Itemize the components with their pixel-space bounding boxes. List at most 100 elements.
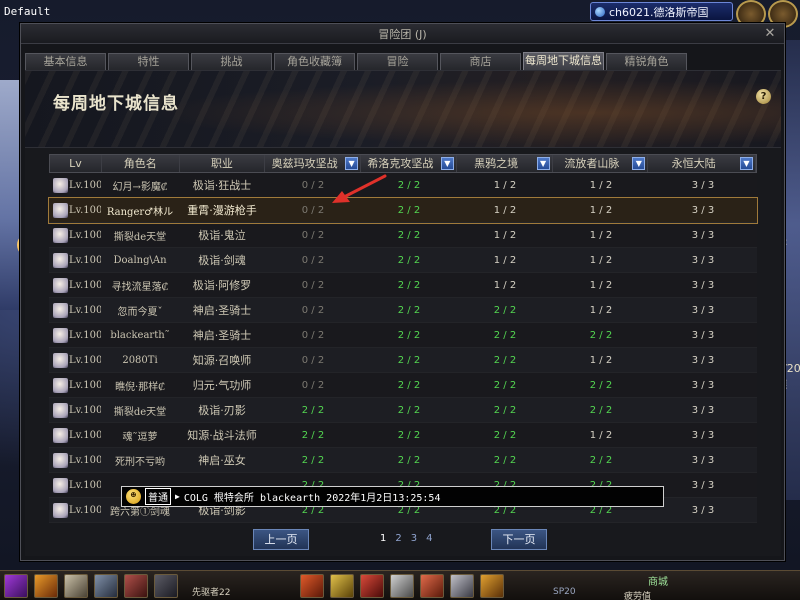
table-row[interactable]: Lv.100 寻找流星落₡ 极诣·阿修罗 0 / 2 2 / 2 1 / 2 1 / 2 3 … [49,273,757,298]
character-name: 撕裂de天堂 [113,231,167,243]
dungeon-clear-count: 0 / 2 [301,279,325,291]
dungeon-clear-count: 2 / 2 [301,429,325,441]
character-name: blackearth˜ [110,329,170,341]
character-avatar-icon [53,327,68,343]
skill-slot[interactable] [390,574,414,598]
chevron-down-icon[interactable]: ▼ [536,157,550,170]
dungeon-clear-count: 1 / 2 [589,354,613,366]
dungeon-clear-count: 2 / 2 [397,279,421,291]
character-level: Lv.100 [49,402,101,418]
table-body: Lv.100 幻月→影魔₡ 极诣·狂战士 0 / 2 2 / 2 1 / 2 1 / 2 3 … [48,173,758,523]
skill-slot[interactable] [300,574,324,598]
table-row[interactable]: Lv.100 撕裂de天堂 极诣·刃影 2 / 2 2 / 2 2 / 2 2 / 2 3 /… [49,398,757,423]
character-avatar-icon [53,227,68,243]
dungeon-clear-count: 2 / 2 [493,454,517,466]
character-avatar-icon [53,477,68,493]
sp-label: SP20 [553,587,576,597]
tab-elite-characters[interactable]: 精锐角色 [606,53,687,71]
character-level: Lv.100 [49,477,101,493]
chevron-down-icon[interactable]: ▼ [632,157,646,170]
dungeon-clear-count: 2 / 2 [397,329,421,341]
character-avatar-icon [53,177,68,193]
header-sirocco-label: 希洛克攻坚战 [367,157,434,170]
character-level: Lv.100 [49,327,101,343]
table-row[interactable]: Lv.100 幻月→影魔₡ 极诣·狂战士 0 / 22 / 21 / 21 / 23 … [49,173,757,198]
next-page-button[interactable]: 下一页 [491,529,547,550]
character-avatar-icon [53,427,68,443]
skill-slot[interactable] [154,574,178,598]
skill-slot[interactable] [480,574,504,598]
dungeon-clear-count: 1 / 2 [589,304,613,316]
tab-weekly-dungeon-info[interactable]: 每周地下城信息 [523,52,604,71]
page-3[interactable]: 3 [411,533,417,544]
table-row[interactable]: Lv.100 魂˜逗萝 知源·战斗法师 2 / 2 2 / 2 2 / 2 1 / 2 3 /… [49,423,757,448]
level-text: Lv.100 [69,229,101,241]
character-level: Lv.100 [49,177,101,193]
chat-popup[interactable]: ☻ 普通 ▶ COLG 根特会所 blackearth 2022年1月2日13:… [121,486,664,507]
dungeon-clear-count: 1 / 2 [589,229,613,241]
table-row[interactable]: Lv.100 Ranger♂林ル 重霄·漫游枪手 0 / 2 2 / 2 1 / 2 1 /… [48,197,758,224]
play-triangle-icon: ▶ [175,492,180,501]
adventure-team-window: 冒险团 (J) ✕ 基本信息 特性 挑战 角色收藏簿 冒险 商店 每周地下城信息… [20,23,785,561]
shop-label[interactable]: 商城 [648,573,668,588]
prev-page-button[interactable]: 上一页 [253,529,309,550]
close-icon[interactable]: ✕ [762,26,778,41]
skill-slot[interactable] [4,574,28,598]
tab-basic-info[interactable]: 基本信息 [25,53,106,71]
character-avatar-icon [53,402,68,418]
page-1[interactable]: 1 [380,533,386,544]
help-icon[interactable]: ? [756,89,771,104]
table-header: Lv 角色名 职业 奥兹玛攻坚战 ▼ 希洛克攻坚战 ▼ 黑鸦之境 ▼ 流放者山脉 [49,154,757,173]
dungeon-clear-count: 2 / 2 [397,454,421,466]
table-row[interactable]: Lv.100 瞧倪·那样₡ 归元·气功师 0 / 2 2 / 2 2 / 2 2 / 2 3 … [49,373,757,398]
table-row[interactable]: Lv.100 Doalng\An 极诣·剑魂 0 / 2 2 / 2 1 / 2 1 / 2… [49,248,757,273]
skill-slot[interactable] [360,574,384,598]
chevron-down-icon[interactable]: ▼ [440,157,454,170]
tab-traits[interactable]: 特性 [108,53,189,71]
page-2[interactable]: 2 [395,533,401,544]
chevron-down-icon[interactable]: ▼ [740,157,753,170]
table-row[interactable]: Lv.100 2080Ti 知源·召唤师 0 / 2 2 / 2 2 / 2 1 / 2 3 … [49,348,757,373]
tab-character-collection[interactable]: 角色收藏簿 [274,53,355,71]
dungeon-clear-count: 3 / 3 [691,479,715,491]
table-row[interactable]: Lv.100 撕裂de天堂 极诣·鬼泣 0 / 2 2 / 2 1 / 2 1 / 2 3 /… [49,223,757,248]
dungeon-clear-count: 3 / 3 [691,279,715,291]
dungeon-clear-count: 2 / 2 [397,379,421,391]
header-job: 职业 [180,155,266,172]
window-titlebar[interactable]: 冒险团 (J) ✕ [21,24,784,44]
skill-slot[interactable] [64,574,88,598]
level-text: Lv.100 [69,179,101,191]
character-job: 神启·巫女 [198,454,246,467]
dungeon-clear-count: 2 / 2 [397,204,421,216]
chevron-down-icon[interactable]: ▼ [345,157,359,170]
character-name: 魂˜逗萝 [122,431,158,443]
dungeon-clear-count: 1 / 2 [493,179,517,191]
header-exile-mountains: 流放者山脉 ▼ [553,155,649,172]
character-job: 极诣·剑魂 [198,254,246,267]
skill-slot[interactable] [34,574,58,598]
skill-slot[interactable] [420,574,444,598]
tab-challenge[interactable]: 挑战 [191,53,272,71]
server-indicator: ch6021.德洛斯帝国 [590,2,733,21]
page-4[interactable]: 4 [426,533,432,544]
character-level: Lv.100 [49,502,101,518]
tab-adventure[interactable]: 冒险 [357,53,438,71]
table-row[interactable]: Lv.100 忽而今夏ˇ 神启·圣骑士 0 / 2 2 / 2 2 / 2 1 / 2 3 /… [49,298,757,323]
character-name: Doalng\An [113,254,167,266]
skill-slot[interactable] [124,574,148,598]
character-name: Ranger♂林ル [106,206,174,218]
table-row[interactable]: Lv.100 blackearth˜ 神启·圣骑士 0 / 2 2 / 2 2 / 2 2 … [49,323,757,348]
character-job: 知源·召唤师 [192,354,252,367]
tab-shop[interactable]: 商店 [440,53,521,71]
skill-slot[interactable] [94,574,118,598]
dungeon-clear-count: 2 / 2 [493,379,517,391]
character-avatar-icon [53,377,68,393]
character-name: 瞧倪·那样₡ [115,381,165,393]
table-row[interactable]: Lv.100 死刑不亏哟 神启·巫女 2 / 2 2 / 2 2 / 2 2 / 2 3 / … [49,448,757,473]
skill-slot[interactable] [450,574,474,598]
character-job: 归元·气功师 [192,379,252,392]
dungeon-clear-count: 3 / 3 [691,329,715,341]
skill-slot[interactable] [330,574,354,598]
dungeon-clear-count: 2 / 2 [397,254,421,266]
header-name: 角色名 [102,155,180,172]
